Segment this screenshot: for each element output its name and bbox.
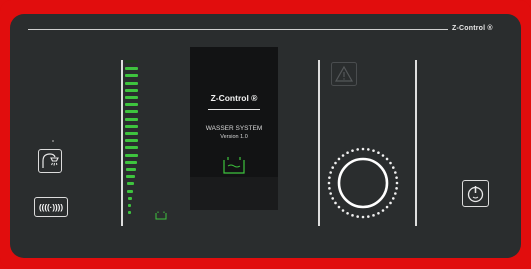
- shower-icon: [42, 153, 59, 168]
- dial-dot: [356, 148, 359, 151]
- level-bar: [127, 196, 133, 200]
- dial-dot: [331, 166, 335, 169]
- level-bar: [126, 182, 135, 186]
- svg-text:((((·)))): ((((·)))): [39, 203, 63, 212]
- dial-dot: [394, 171, 397, 174]
- shower-button[interactable]: [38, 149, 62, 173]
- dial-dot: [328, 187, 331, 190]
- meter-divider-left: [121, 60, 123, 226]
- water-tank-icon: [223, 157, 245, 174]
- level-bar: [125, 81, 138, 85]
- tank-small-icon: [155, 211, 167, 220]
- dial-dot: [346, 151, 349, 155]
- power-icon: [467, 186, 484, 203]
- dial-knob[interactable]: [318, 138, 408, 228]
- level-bar: [125, 96, 138, 99]
- dial-dot: [395, 187, 398, 190]
- dial-dot: [394, 192, 397, 195]
- dial-dot: [351, 214, 354, 217]
- level-bar: [125, 160, 137, 164]
- dial-dot: [329, 171, 332, 174]
- level-bar: [128, 211, 131, 215]
- level-bar: [125, 139, 138, 143]
- dial-dot: [372, 214, 375, 217]
- level-bar: [127, 189, 134, 193]
- level-bar: [125, 88, 138, 92]
- dial-dot: [389, 161, 392, 165]
- dial-dot: [377, 151, 380, 155]
- pump-wave-icon: ((((·)))): [39, 203, 63, 212]
- level-bar: [125, 146, 138, 150]
- level-bar: [125, 168, 137, 171]
- dial-dot: [341, 154, 345, 157]
- screen-title: WASSER SYSTEM: [205, 125, 263, 132]
- dial-dot: [337, 157, 341, 161]
- pump-button[interactable]: ((((·)))): [34, 197, 68, 217]
- dial-dot: [327, 181, 331, 185]
- level-bar: [126, 175, 136, 179]
- level-bar: [125, 74, 138, 78]
- level-bar: [125, 110, 138, 114]
- dial-dot: [337, 205, 341, 209]
- screen-brand: Z-Control ®: [210, 93, 258, 103]
- screen-rule: [208, 109, 260, 110]
- dial-dot: [367, 148, 370, 151]
- level-bar: [125, 117, 138, 121]
- dial-dot: [328, 176, 331, 179]
- dial-dot: [367, 215, 370, 218]
- dial-dot: [341, 209, 345, 212]
- dial-dot: [334, 201, 337, 205]
- dial-dot: [361, 215, 365, 219]
- dial-dot: [395, 176, 398, 179]
- dial-dot: [329, 192, 332, 195]
- dial-dot: [372, 149, 375, 152]
- dial-dot: [331, 197, 335, 200]
- display-screen: Z-Control ® WASSER SYSTEM Version 1.0: [190, 47, 278, 210]
- dial-dot: [391, 197, 395, 200]
- screen-version: Version 1.0: [220, 134, 248, 140]
- divider-right: [415, 60, 417, 226]
- indicator-dot: [52, 140, 54, 142]
- level-bar: [125, 132, 138, 135]
- dial-dot: [381, 209, 385, 212]
- dial-dot: [334, 161, 337, 165]
- dial-dot: [395, 181, 399, 185]
- dial-dot: [346, 211, 349, 215]
- dial-dot: [389, 201, 392, 205]
- dial-dot: [361, 147, 365, 151]
- level-bar: [125, 67, 138, 71]
- screen-footer: [190, 177, 278, 210]
- power-button[interactable]: [462, 180, 489, 207]
- dial-dot: [356, 215, 359, 218]
- level-bar: [125, 60, 138, 63]
- header-rule: [28, 29, 448, 30]
- dial-dot: [381, 154, 385, 157]
- dial-dot: [391, 166, 395, 169]
- dial-dot: [377, 211, 380, 215]
- level-bar: [125, 124, 138, 128]
- dial-dot: [351, 149, 354, 152]
- level-bar: [125, 103, 138, 107]
- header-brand: Z-Control ®: [452, 25, 493, 32]
- dial-dot: [385, 157, 389, 161]
- dial-dot: [385, 205, 389, 209]
- level-bar: [125, 153, 138, 157]
- warning-icon[interactable]: [331, 62, 357, 86]
- level-bar: [127, 204, 132, 207]
